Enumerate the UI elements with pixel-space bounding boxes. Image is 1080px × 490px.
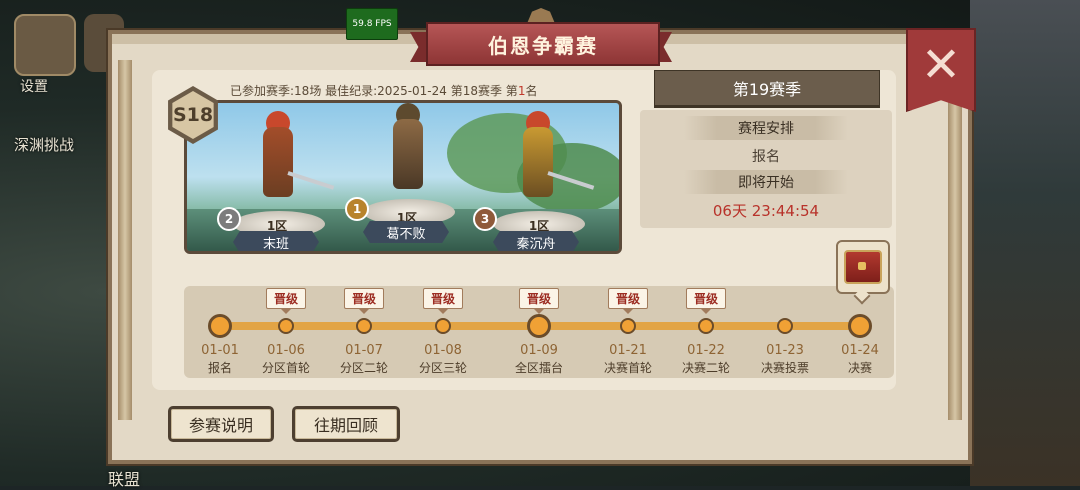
rules-button[interactable]: 参赛说明 bbox=[168, 406, 274, 442]
timeline-stage-label: 报名 bbox=[207, 361, 233, 375]
background-label-alliance: 联盟 bbox=[108, 470, 141, 489]
close-button[interactable]: ✕ bbox=[906, 28, 976, 112]
timeline-stage-label: 全区擂台 bbox=[514, 361, 564, 375]
background-label-settings: 设置 bbox=[20, 79, 48, 95]
timeline-date: 01-22 bbox=[687, 343, 725, 358]
stats-text: 已参加赛季:18场 最佳纪录:2025-01-24 第18赛季 第 bbox=[230, 84, 518, 98]
timeline-stage-label: 分区首轮 bbox=[261, 361, 311, 375]
title-ribbon: 伯恩争霸赛 bbox=[426, 22, 660, 66]
rank-badge-1: 1 bbox=[345, 197, 369, 221]
promotion-tag: 晋级 bbox=[343, 288, 385, 314]
treasure-chest-icon bbox=[844, 250, 882, 284]
schedule-header: 赛程安排 bbox=[684, 116, 848, 140]
timeline-node[interactable] bbox=[356, 318, 372, 334]
history-button[interactable]: 往期回顾 bbox=[292, 406, 400, 442]
promotion-tag: 晋级 bbox=[518, 288, 560, 314]
close-icon: ✕ bbox=[920, 37, 962, 93]
start-header: 即将开始 bbox=[684, 170, 848, 194]
page-title: 伯恩争霸赛 bbox=[488, 33, 598, 58]
background-scenery-right bbox=[970, 0, 1080, 486]
stats-suffix: 名 bbox=[525, 84, 538, 98]
season-badge-label: S18 bbox=[172, 104, 214, 126]
timeline-node[interactable] bbox=[435, 318, 451, 334]
fps-counter: 59.8 FPS bbox=[346, 8, 398, 40]
timeline-node[interactable] bbox=[527, 314, 551, 338]
timeline-node[interactable] bbox=[208, 314, 232, 338]
timeline-date: 01-09 bbox=[520, 343, 558, 358]
timeline-node[interactable] bbox=[278, 318, 294, 334]
hero-body bbox=[523, 127, 553, 197]
timeline-date: 01-07 bbox=[345, 343, 383, 358]
season-title: 第19赛季 bbox=[654, 70, 880, 106]
hero-figure-3[interactable] bbox=[493, 111, 595, 231]
hero-name-banner-2: 末班 bbox=[233, 231, 319, 251]
timeline-node[interactable] bbox=[848, 314, 872, 338]
promotion-tag: 晋级 bbox=[422, 288, 464, 314]
right-pillar-decoration bbox=[948, 60, 962, 420]
reward-chest-button[interactable] bbox=[836, 240, 890, 305]
timeline-node[interactable] bbox=[777, 318, 793, 334]
countdown-timer: 06天 23:44:54 bbox=[712, 202, 820, 220]
promotion-tag: 晋级 bbox=[265, 288, 307, 314]
timeline-node[interactable] bbox=[698, 318, 714, 334]
timeline-stage-label: 决赛投票 bbox=[760, 361, 810, 375]
hero-name-banner-3: 秦沉舟 bbox=[493, 231, 579, 251]
timeline-date: 01-24 bbox=[841, 343, 879, 358]
rank-badge-3: 3 bbox=[473, 207, 497, 231]
timeline-date: 01-06 bbox=[267, 343, 305, 358]
timeline-date: 01-23 bbox=[766, 343, 804, 358]
timeline-node[interactable] bbox=[620, 318, 636, 334]
rank-badge-2: 2 bbox=[217, 207, 241, 231]
hero-body bbox=[263, 127, 293, 197]
timeline-date: 01-08 bbox=[424, 343, 462, 358]
timeline-stage-label: 分区三轮 bbox=[418, 361, 468, 375]
left-pillar-decoration bbox=[118, 60, 132, 420]
hero-name-banner-1: 葛不败 bbox=[363, 221, 449, 243]
participation-stats: 已参加赛季:18场 最佳纪录:2025-01-24 第18赛季 第1名 bbox=[230, 82, 537, 99]
hero-body bbox=[393, 119, 423, 189]
timeline-stage-label: 决赛首轮 bbox=[603, 361, 653, 375]
settings-icon bbox=[14, 14, 76, 76]
champions-podium-scene: 2 1区 末班 1 1区 葛不败 3 1区 秦沉舟 bbox=[184, 100, 622, 254]
title-banner: 伯恩争霸赛 bbox=[410, 8, 672, 70]
hero-figure-1[interactable] bbox=[363, 103, 453, 223]
promotion-tag: 晋级 bbox=[685, 288, 727, 314]
timeline-stage-label: 决赛 bbox=[847, 361, 873, 375]
promotion-tag: 晋级 bbox=[607, 288, 649, 314]
timeline-date: 01-21 bbox=[609, 343, 647, 358]
background-label-abyss: 深渊挑战 bbox=[14, 136, 75, 154]
timeline-date: 01-01 bbox=[201, 343, 239, 358]
hero-figure-2[interactable] bbox=[233, 111, 335, 231]
timeline-stage-label: 决赛二轮 bbox=[681, 361, 731, 375]
schedule-stage: 报名 bbox=[752, 149, 780, 165]
sword-icon bbox=[287, 171, 335, 190]
timeline-stage-label: 分区二轮 bbox=[339, 361, 389, 375]
